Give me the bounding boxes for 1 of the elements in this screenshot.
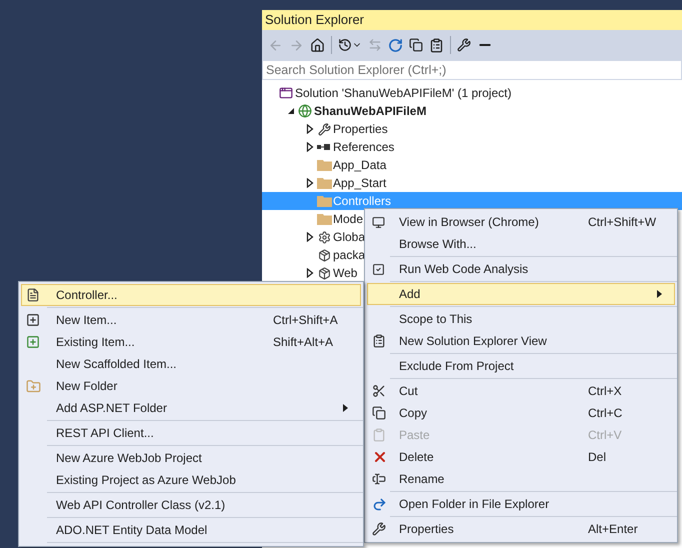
- panel-title: Solution Explorer: [262, 10, 682, 30]
